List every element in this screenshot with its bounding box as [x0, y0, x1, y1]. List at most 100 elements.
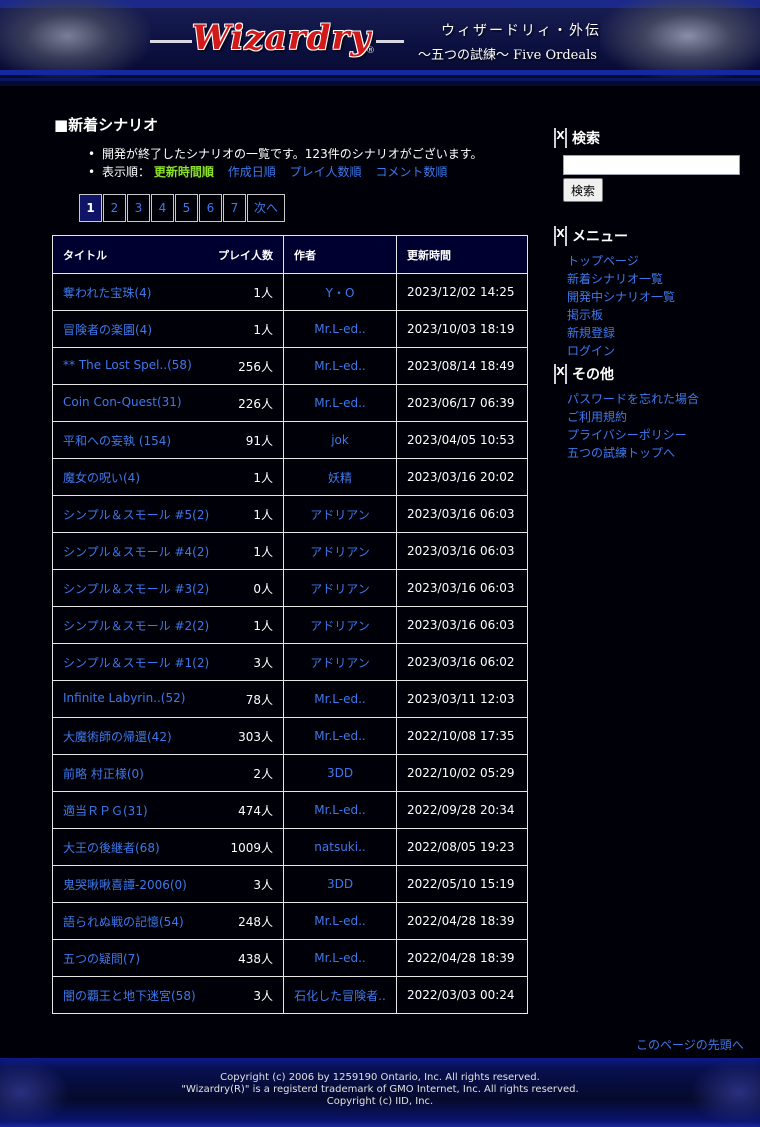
author-link[interactable]: 妖精	[283, 458, 397, 496]
scenario-title-link[interactable]: 平和への妄執 (154)	[63, 432, 171, 449]
play-count: 1人	[253, 618, 273, 633]
table-row: 奪われた宝珠(4) 1人 Y・O 2023/12/02 14:25	[52, 273, 528, 311]
page-3-link[interactable]: 3	[127, 194, 150, 222]
page-2-link[interactable]: 2	[103, 194, 126, 222]
page-5-link[interactable]: 5	[175, 194, 198, 222]
author-link[interactable]: Mr.L-ed..	[283, 717, 397, 755]
page-7-link[interactable]: 7	[223, 194, 246, 222]
scenario-title-link[interactable]: シンプル＆スモール #1(2)	[63, 654, 209, 671]
sort-option-comments[interactable]: コメント数順	[375, 165, 447, 179]
banner-bottom-stripe	[0, 70, 760, 75]
menu-item-login[interactable]: ログイン	[567, 342, 675, 360]
title-cell: Infinite Labyrin..(52) 78人	[52, 680, 284, 718]
author-link[interactable]: Mr.L-ed..	[283, 310, 397, 348]
updated-time: 2023/12/02 14:25	[396, 273, 528, 311]
title-cell: 平和への妄執 (154) 91人	[52, 421, 284, 459]
scenario-title-link[interactable]: 大魔術師の帰還(42)	[63, 728, 172, 745]
other-heading-label: その他	[572, 367, 614, 383]
other-item-privacy[interactable]: プライバシーポリシー	[567, 426, 699, 444]
table-row: 前略 村正様(0) 2人 3DD 2022/10/02 05:29	[52, 754, 528, 792]
author-link[interactable]: Y・O	[283, 273, 397, 311]
scenario-title-link[interactable]: シンプル＆スモール #3(2)	[63, 580, 209, 597]
other-item-terms[interactable]: ご利用規約	[567, 408, 699, 426]
other-item-forgot-password[interactable]: パスワードを忘れた場合	[567, 390, 699, 408]
author-link[interactable]: Mr.L-ed..	[283, 939, 397, 977]
updated-time: 2022/05/10 15:19	[396, 865, 528, 903]
scenario-title-link[interactable]: 語られぬ戦の記憶(54)	[63, 913, 184, 930]
author-link[interactable]: アドリアン	[283, 532, 397, 570]
author-link[interactable]: Mr.L-ed..	[283, 680, 397, 718]
menu-item-bulletin-board[interactable]: 掲示板	[567, 306, 675, 324]
author-link[interactable]: アドリアン	[283, 569, 397, 607]
page-6-link[interactable]: 6	[199, 194, 222, 222]
title-cell: 魔女の呪い(4) 1人	[52, 458, 284, 496]
play-count: 0人	[253, 581, 273, 596]
next-page-link[interactable]: 次へ	[247, 194, 286, 222]
scenario-title-link[interactable]: Coin Con-Quest(31)	[63, 395, 182, 412]
scenario-title-link[interactable]: 五つの疑問(7)	[63, 950, 140, 967]
play-count: 248人	[238, 914, 273, 929]
menu-item-new-scenarios[interactable]: 新着シナリオ一覧	[567, 270, 675, 288]
page-4-link[interactable]: 4	[151, 194, 174, 222]
author-link[interactable]: 石化した冒険者..	[283, 976, 397, 1014]
scenario-title-link[interactable]: 冒険者の楽園(4)	[63, 321, 152, 338]
logo-left-line	[150, 40, 192, 43]
other-item-five-ordeals-top[interactable]: 五つの試練トップへ	[567, 444, 699, 462]
pagination: 1 2 3 4 5 6 7 次へ	[79, 194, 286, 222]
author-link[interactable]: Mr.L-ed..	[283, 384, 397, 422]
scenario-title-link[interactable]: シンプル＆スモール #2(2)	[63, 617, 209, 634]
menu-item-top-page[interactable]: トップページ	[567, 252, 675, 270]
title-cell-inner: 五つの疑問(7) 438人	[63, 950, 273, 967]
plays-header-label: プレイ人数	[218, 248, 273, 262]
table-row: 魔女の呪い(4) 1人 妖精 2023/03/16 20:02	[52, 458, 528, 496]
sort-option-plays[interactable]: プレイ人数順	[290, 165, 362, 179]
author-link[interactable]: 3DD	[283, 865, 397, 903]
scenario-title-link[interactable]: 大王の後継者(68)	[63, 839, 160, 856]
scenario-title-link[interactable]: 魔女の呪い(4)	[63, 469, 140, 486]
table-row: 闇の覇王と地下迷宮(58) 3人 石化した冒険者.. 2022/03/03 00:24	[52, 976, 528, 1014]
author-link[interactable]: Mr.L-ed..	[283, 791, 397, 829]
title-cell: シンプル＆スモール #5(2) 1人	[52, 495, 284, 533]
scenario-title-link[interactable]: 奪われた宝珠(4)	[63, 284, 151, 301]
table-row: 語られぬ戦の記憶(54) 248人 Mr.L-ed.. 2022/04/28 18:3…	[52, 902, 528, 940]
author-link[interactable]: Mr.L-ed..	[283, 902, 397, 940]
scenario-title-link[interactable]: シンプル＆スモール #5(2)	[63, 506, 209, 523]
updated-time: 2022/03/03 00:24	[396, 976, 528, 1014]
author-link[interactable]: Mr.L-ed..	[283, 347, 397, 385]
author-link[interactable]: jok	[283, 421, 397, 459]
wizardry-logo[interactable]: Wizardry ®	[150, 14, 410, 70]
scenario-title-link[interactable]: シンプル＆スモール #4(2)	[63, 543, 209, 560]
search-button[interactable]: 検索	[563, 178, 604, 202]
scenario-title-link[interactable]: 鬼哭啾啾喜譚-2006(0)	[63, 876, 187, 893]
updated-time: 2022/04/28 18:39	[396, 902, 528, 940]
banner-warrior-art	[600, 0, 760, 80]
menu-item-dev-scenarios[interactable]: 開発中シナリオ一覧	[567, 288, 675, 306]
footer-copyright: Copyright (c) 2006 by 1259190 Ontario, I…	[0, 1072, 760, 1108]
scenario-title-link[interactable]: ** The Lost Spel..(58)	[63, 358, 192, 375]
scenario-title-link[interactable]: 適当ＲＰＧ(31)	[63, 802, 148, 819]
updated-time: 2023/08/14 18:49	[396, 347, 528, 385]
author-link[interactable]: アドリアン	[283, 495, 397, 533]
play-count: 1009人	[230, 840, 273, 855]
author-link[interactable]: アドリアン	[283, 643, 397, 681]
title-cell-inner: シンプル＆スモール #4(2) 1人	[63, 543, 273, 560]
page-top-link[interactable]: このページの先頭へ	[636, 1036, 744, 1053]
play-count: 1人	[253, 544, 273, 559]
table-row: シンプル＆スモール #1(2) 3人 アドリアン 2023/03/16 06:02	[52, 643, 528, 681]
search-input[interactable]	[563, 155, 740, 175]
scenario-title-link[interactable]: Infinite Labyrin..(52)	[63, 691, 185, 708]
title-cell: 前略 村正様(0) 2人	[52, 754, 284, 792]
menu-heading-label: メニュー	[572, 229, 628, 245]
title-cell: ** The Lost Spel..(58) 256人	[52, 347, 284, 385]
scenario-title-link[interactable]: 闇の覇王と地下迷宮(58)	[63, 987, 196, 1004]
updated-time: 2022/10/08 17:35	[396, 717, 528, 755]
sort-option-created[interactable]: 作成日順	[228, 165, 276, 179]
author-link[interactable]: アドリアン	[283, 606, 397, 644]
author-link[interactable]: natsuki..	[283, 828, 397, 866]
title-cell-inner: 大魔術師の帰還(42) 303人	[63, 728, 273, 745]
author-link[interactable]: 3DD	[283, 754, 397, 792]
menu-item-register[interactable]: 新規登録	[567, 324, 675, 342]
title-cell: 適当ＲＰＧ(31) 474人	[52, 791, 284, 829]
play-count: 78人	[245, 692, 273, 707]
scenario-title-link[interactable]: 前略 村正様(0)	[63, 765, 144, 782]
